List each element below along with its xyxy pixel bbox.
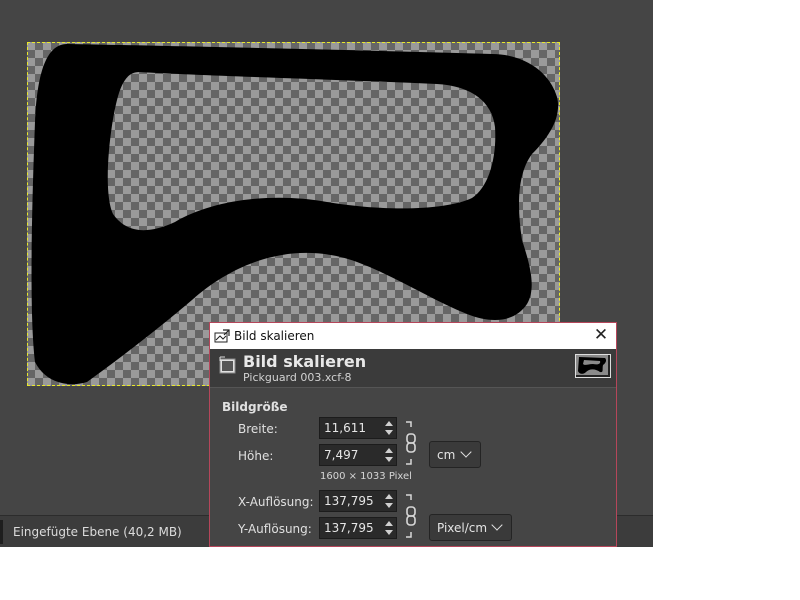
dialog-heading: Bild skalieren	[243, 352, 367, 371]
y-resolution-value: 137,795	[324, 521, 374, 535]
close-button[interactable]: ✕	[586, 323, 616, 349]
increment-icon[interactable]	[385, 448, 393, 453]
height-label: Höhe:	[238, 449, 274, 463]
image-size-section-label: Bildgröße	[222, 400, 288, 414]
dialog-window-title: Bild skalieren	[234, 329, 315, 343]
height-spinbox[interactable]: 7,497	[319, 444, 397, 466]
size-unit-dropdown[interactable]: cm	[429, 441, 481, 468]
chevron-down-icon	[491, 519, 503, 531]
decrement-icon[interactable]	[385, 503, 393, 508]
chevron-down-icon	[460, 446, 472, 458]
decrement-icon[interactable]	[385, 530, 393, 535]
resolution-unit-value: Pixel/cm	[437, 521, 488, 535]
y-resolution-spinbox[interactable]: 137,795	[319, 517, 397, 539]
increment-icon[interactable]	[385, 521, 393, 526]
status-separator	[0, 520, 3, 544]
layer-info-text: Eingefügte Ebene (40,2 MB)	[13, 525, 182, 539]
y-resolution-stepper[interactable]	[382, 518, 396, 538]
x-resolution-stepper[interactable]	[382, 491, 396, 511]
decrement-icon[interactable]	[385, 430, 393, 435]
width-spinbox[interactable]: 11,611	[319, 417, 397, 439]
x-resolution-label: X-Auflösung:	[238, 495, 314, 509]
height-stepper[interactable]	[382, 445, 396, 465]
scale-image-icon	[214, 328, 230, 344]
decrement-icon[interactable]	[385, 457, 393, 462]
scale-image-dialog: Bild skalieren ✕ Bild skalieren Pickguar…	[209, 322, 617, 547]
image-thumbnail	[575, 354, 611, 378]
dialog-titlebar[interactable]: Bild skalieren ✕	[210, 323, 616, 349]
close-icon: ✕	[593, 325, 609, 345]
increment-icon[interactable]	[385, 421, 393, 426]
increment-icon[interactable]	[385, 494, 393, 499]
x-resolution-value: 137,795	[324, 494, 374, 508]
size-unit-value: cm	[437, 448, 456, 462]
gimp-workspace: Eingefügte Ebene (40,2 MB) Bild skaliere…	[0, 0, 653, 547]
dialog-header: Bild skalieren Pickguard 003.xcf-8	[210, 349, 616, 388]
x-resolution-spinbox[interactable]: 137,795	[319, 490, 397, 512]
image-icon	[218, 355, 238, 377]
image-filename: Pickguard 003.xcf-8	[243, 371, 352, 384]
width-label: Breite:	[238, 422, 278, 436]
width-stepper[interactable]	[382, 418, 396, 438]
height-value: 7,497	[324, 448, 359, 462]
y-resolution-label: Y-Auflösung:	[238, 522, 312, 536]
chain-link-icon[interactable]	[404, 421, 418, 465]
chain-link-icon[interactable]	[404, 494, 418, 538]
pixel-size-note: 1600 × 1033 Pixel	[320, 471, 412, 482]
width-value: 11,611	[324, 421, 366, 435]
resolution-unit-dropdown[interactable]: Pixel/cm	[429, 514, 512, 541]
